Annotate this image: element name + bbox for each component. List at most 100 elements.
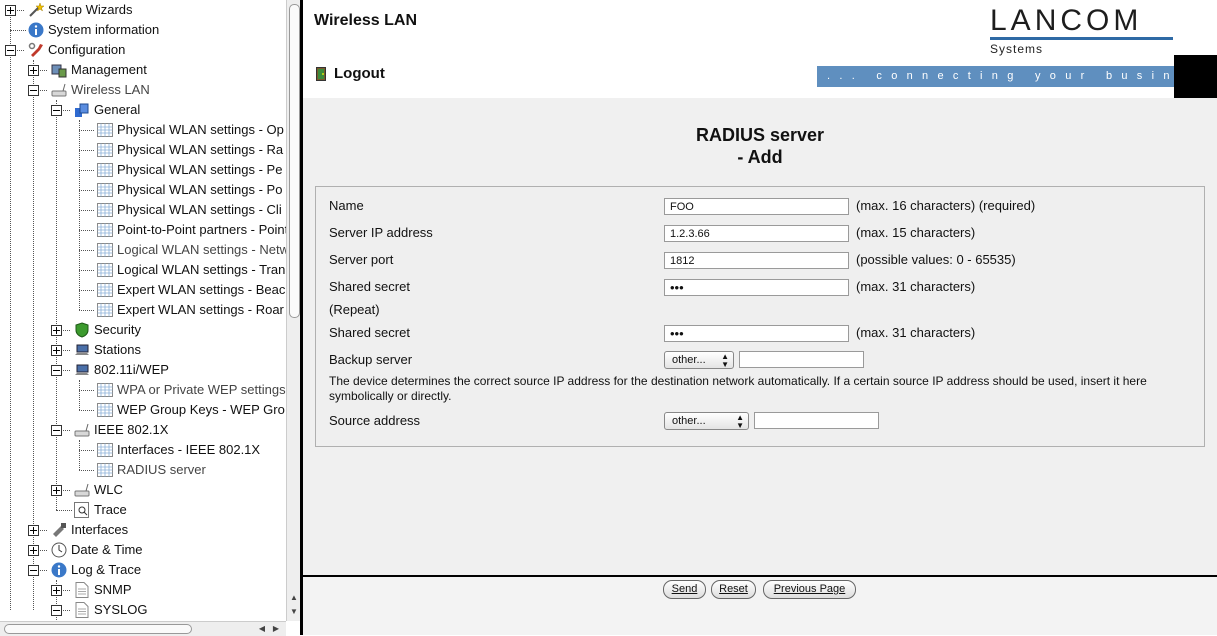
collapse-icon[interactable] [28, 85, 39, 96]
tree-item-table[interactable]: Physical WLAN settings - Po [0, 180, 286, 200]
tree-item-label: Logical WLAN settings - Tran [117, 262, 286, 277]
lancom-logo: LANCOM [990, 4, 1143, 37]
tree-item-label: Expert WLAN settings - Roar [117, 302, 284, 317]
expand-icon[interactable] [28, 545, 39, 556]
collapse-icon[interactable] [51, 425, 62, 436]
tree-item-syslog[interactable]: SYSLOG [0, 600, 286, 620]
wireless-icon [74, 483, 90, 497]
name-input[interactable]: FOO [664, 198, 849, 215]
server-ip-hint: (max. 15 characters) [856, 225, 976, 240]
tree-horizontal-scrollbar[interactable]: ◀ ▶ [0, 621, 286, 636]
tree-item-table[interactable]: Physical WLAN settings - Cli [0, 200, 286, 220]
tree-item-label: System information [48, 22, 160, 37]
tree-item-management[interactable]: Management [0, 60, 286, 80]
send-button[interactable]: Send [663, 580, 706, 599]
scroll-left-icon[interactable]: ◀ [256, 623, 268, 635]
tree-item-table[interactable]: Point-to-Point partners - Point [0, 220, 286, 240]
tree-item-label: Stations [94, 342, 141, 357]
navigation-tree: Setup Wizards System information Configu… [0, 0, 286, 621]
tree-item-security[interactable]: Security [0, 320, 286, 340]
tree-item-table[interactable]: Physical WLAN settings - Ra [0, 140, 286, 160]
tree-item-interfaces[interactable]: Interfaces [0, 520, 286, 540]
expand-icon[interactable] [28, 65, 39, 76]
backup-server-select[interactable]: other... ▲ ▼ [664, 351, 734, 369]
tree-item-table[interactable]: Interfaces - IEEE 802.1X [0, 440, 286, 460]
server-ip-label: Server IP address [329, 225, 433, 240]
page-title: Wireless LAN [314, 12, 417, 29]
tree-item-wlc[interactable]: WLC [0, 480, 286, 500]
server-ip-input[interactable]: 1.2.3.66 [664, 225, 849, 242]
scroll-down-icon[interactable]: ▼ [288, 606, 300, 618]
shared-secret-repeat-input[interactable]: ••• [664, 325, 849, 342]
tree-vertical-scrollbar[interactable]: ▲ ▼ [286, 0, 301, 621]
tree-item-date-time[interactable]: Date & Time [0, 540, 286, 560]
collapse-icon[interactable] [28, 565, 39, 576]
source-address-input[interactable] [754, 412, 879, 429]
tree-item-table[interactable]: Expert WLAN settings - Roar [0, 300, 286, 320]
info-icon [28, 22, 44, 38]
backup-server-input[interactable] [739, 351, 864, 368]
expand-icon[interactable] [28, 525, 39, 536]
door-icon [316, 67, 326, 81]
scroll-up-icon[interactable]: ▲ [288, 592, 300, 604]
expand-icon[interactable] [5, 5, 16, 16]
tree-item-label: Date & Time [71, 542, 143, 557]
reset-button[interactable]: Reset [711, 580, 756, 599]
expand-icon[interactable] [51, 485, 62, 496]
shared-secret-label: Shared secret [329, 279, 410, 294]
tree-item-system-information[interactable]: System information [0, 20, 286, 40]
tree-item-table[interactable]: WPA or Private WEP settings [0, 380, 286, 400]
table-icon [97, 143, 113, 157]
collapse-icon[interactable] [51, 605, 62, 616]
scrollbar-thumb[interactable] [289, 4, 300, 318]
scroll-right-icon[interactable]: ▶ [270, 623, 282, 635]
tree-item-label: 802.11i/WEP [94, 362, 169, 377]
tree-item-label: Wireless LAN [71, 82, 150, 97]
tree-item-ieee-8021x[interactable]: IEEE 802.1X [0, 420, 286, 440]
configuration-icon [28, 42, 43, 57]
tree-item-trace[interactable]: Trace [0, 500, 286, 520]
tree-item-table[interactable]: Expert WLAN settings - Beac [0, 280, 286, 300]
table-icon [97, 263, 113, 277]
tree-item-wireless-lan[interactable]: Wireless LAN [0, 80, 286, 100]
expand-icon[interactable] [51, 325, 62, 336]
server-port-input[interactable]: 1812 [664, 252, 849, 269]
collapse-icon[interactable] [51, 105, 62, 116]
tree-item-label: WPA or Private WEP settings [117, 382, 286, 397]
shared-secret-repeat-label: Shared secret [329, 325, 410, 340]
tree-item-80211i-wep[interactable]: 802.11i/WEP [0, 360, 286, 380]
previous-page-button[interactable]: Previous Page [763, 580, 856, 599]
tree-item-label: Interfaces - IEEE 802.1X [117, 442, 261, 457]
header-decoration [1174, 55, 1217, 98]
info-icon [51, 562, 67, 578]
shared-secret-input[interactable]: ••• [664, 279, 849, 296]
tree-item-stations[interactable]: Stations [0, 340, 286, 360]
tree-item-table[interactable]: Logical WLAN settings - Tran [0, 260, 286, 280]
tree-item-label: WLC [94, 482, 123, 497]
interfaces-icon [53, 523, 66, 537]
tree-item-table[interactable]: Logical WLAN settings - Netw [0, 240, 286, 260]
table-icon [97, 203, 113, 217]
tree-item-label: Logical WLAN settings - Netw [117, 242, 286, 257]
table-icon [97, 463, 113, 477]
tree-item-configuration[interactable]: Configuration [0, 40, 286, 60]
table-icon [97, 403, 113, 417]
tree-item-table[interactable]: Physical WLAN settings - Op [0, 120, 286, 140]
tree-item-snmp[interactable]: SNMP [0, 580, 286, 600]
stations-icon [75, 344, 89, 355]
collapse-icon[interactable] [51, 365, 62, 376]
document-icon [75, 602, 89, 618]
logo-underline [990, 37, 1173, 40]
scrollbar-thumb[interactable] [4, 624, 192, 634]
tree-item-log-trace[interactable]: Log & Trace [0, 560, 286, 580]
expand-icon[interactable] [51, 585, 62, 596]
tree-item-table[interactable]: WEP Group Keys - WEP Gro [0, 400, 286, 420]
tree-item-table[interactable]: Physical WLAN settings - Pe [0, 160, 286, 180]
expand-icon[interactable] [51, 345, 62, 356]
tree-item-setup-wizards[interactable]: Setup Wizards [0, 0, 286, 20]
tree-item-general[interactable]: General [0, 100, 286, 120]
tree-item-radius-server[interactable]: RADIUS server [0, 460, 286, 480]
table-icon [97, 383, 113, 397]
collapse-icon[interactable] [5, 45, 16, 56]
source-address-select[interactable]: other... ▲ ▼ [664, 412, 749, 430]
